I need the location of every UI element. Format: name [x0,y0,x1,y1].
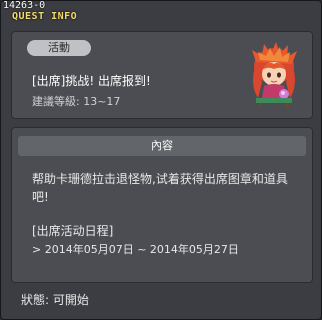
quest-content-panel: 內容 帮助卡珊德拉击退怪物,试着获得出席图章和道具吧! [出席活动日程] > 2… [11,127,313,283]
npc-avatar-icon [252,42,297,108]
window-title: QUEST INFO [12,11,78,22]
content-header: 內容 [18,136,306,156]
quest-summary-panel: 活動 [出席]挑战! 出席报到! 建議等級: 13~17 [11,31,313,119]
quest-id-label: 14263-0 [3,0,46,11]
recommended-level: 建議等級: 13~17 [32,95,121,108]
quest-status: 狀態: 可開始 [21,293,89,307]
schedule-title: [出席活动日程] [32,224,114,238]
quest-description: 帮助卡珊德拉击退怪物,试着获得出席图章和道具吧! [32,172,288,204]
quest-info-window: 14263-0 QUEST INFO 活動 [出席]挑战! 出席报到! 建議等級… [0,0,322,320]
quest-name: [出席]挑战! 出席报到! [32,74,151,88]
quest-type-badge: 活動 [27,40,91,56]
schedule-dates: > 2014年05月07日 ~ 2014年05月27日 [32,243,239,256]
